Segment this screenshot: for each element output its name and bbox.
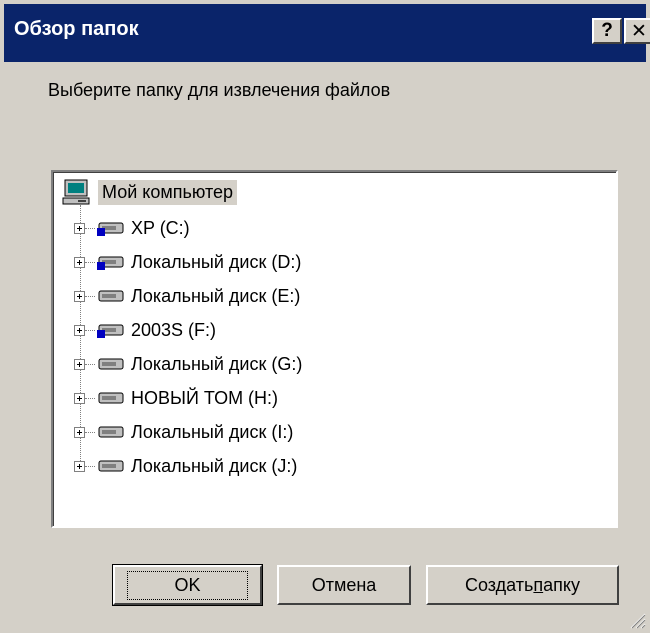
expand-icon[interactable] <box>74 426 85 438</box>
expand-icon[interactable] <box>74 358 85 370</box>
tree-node-drive-h[interactable]: НОВЫЙ ТОМ (H:) <box>74 383 278 413</box>
expand-icon[interactable] <box>74 324 85 336</box>
folder-tree[interactable]: Мой компьютер XP (C:) Локальный диск (D:… <box>51 170 618 528</box>
tree-node-drive-g[interactable]: Локальный диск (G:) <box>74 349 302 379</box>
tree-node-my-computer[interactable]: Мой компьютер <box>62 177 238 207</box>
new-folder-label-prefix: Создать <box>465 574 534 595</box>
tree-node-drive-e[interactable]: Локальный диск (E:) <box>74 281 300 311</box>
expand-icon[interactable] <box>74 392 85 404</box>
expand-icon[interactable] <box>74 290 85 302</box>
expand-icon[interactable] <box>74 256 85 268</box>
tree-node-label: Локальный диск (J:) <box>131 455 298 476</box>
hard-drive-icon <box>98 358 124 370</box>
title-bar[interactable]: Обзор папок ? ✕ <box>4 4 650 62</box>
instruction-text: Выберите папку для извлечения файлов <box>48 80 391 100</box>
ok-button[interactable]: OK <box>112 564 263 606</box>
new-folder-button[interactable]: Создать п апку <box>426 565 619 605</box>
tree-node-drive-i[interactable]: Локальный диск (I:) <box>74 417 293 447</box>
close-icon: ✕ <box>631 20 647 42</box>
help-button[interactable]: ? <box>592 18 622 44</box>
tree-node-label: Локальный диск (E:) <box>131 285 301 306</box>
shared-drive-icon <box>97 256 124 270</box>
window-title: Обзор папок <box>14 18 139 40</box>
tree-node-drive-j[interactable]: Локальный диск (J:) <box>74 451 297 481</box>
hard-drive-icon <box>98 290 124 302</box>
tree-node-drive-c[interactable]: XP (C:) <box>74 213 190 243</box>
tree-node-label: Локальный диск (I:) <box>131 421 294 442</box>
shared-drive-icon <box>97 324 124 338</box>
cancel-button[interactable]: Отмена <box>277 565 411 605</box>
tree-node-drive-d[interactable]: Локальный диск (D:) <box>74 247 301 277</box>
shared-drive-icon <box>97 222 124 236</box>
tree-node-label: Локальный диск (G:) <box>131 353 303 374</box>
ok-button-label: OK <box>127 570 248 600</box>
close-button[interactable]: ✕ <box>624 18 650 44</box>
hard-drive-icon <box>98 392 124 404</box>
new-folder-label-suffix: апку <box>543 574 580 595</box>
browse-folder-dialog: Обзор папок ? ✕ Выберите папку для извле… <box>0 0 650 633</box>
help-icon: ? <box>601 20 613 41</box>
hard-drive-icon <box>98 426 124 438</box>
resize-grip-icon[interactable] <box>628 611 646 629</box>
expand-icon[interactable] <box>74 222 85 234</box>
expand-icon[interactable] <box>74 460 85 472</box>
tree-node-label: 2003S (F:) <box>131 319 217 340</box>
new-folder-accel: п <box>533 574 544 595</box>
hard-drive-icon <box>98 460 124 472</box>
tree-node-label: XP (C:) <box>131 217 190 238</box>
cancel-button-label: Отмена <box>311 574 377 595</box>
tree-node-label: НОВЫЙ ТОМ (H:) <box>131 387 279 408</box>
tree-node-drive-f[interactable]: 2003S (F:) <box>74 315 216 345</box>
my-computer-icon <box>62 179 90 205</box>
tree-node-label: Мой компьютер <box>98 179 238 205</box>
tree-node-label: Локальный диск (D:) <box>131 251 302 272</box>
